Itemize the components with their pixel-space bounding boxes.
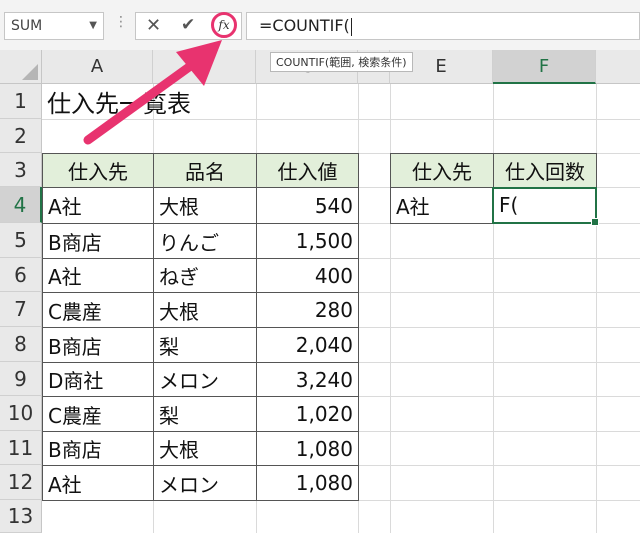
cell-supplier[interactable]: D商社 <box>42 362 154 397</box>
fx-label: fx <box>218 18 230 32</box>
insert-function-icon[interactable]: fx <box>211 12 237 38</box>
cell-price[interactable]: 280 <box>256 292 359 328</box>
cell-item[interactable]: りんご <box>153 223 257 259</box>
row-header-5[interactable]: 5 <box>0 223 42 258</box>
cell-item[interactable]: メロン <box>153 362 257 397</box>
cell-price[interactable]: 1,020 <box>256 396 359 432</box>
formula-input[interactable]: =COUNTIF( <box>246 12 640 40</box>
column-header-g[interactable] <box>596 50 640 84</box>
active-cell-f4[interactable]: F( <box>492 187 599 226</box>
cell-supplier[interactable]: B商店 <box>42 327 154 363</box>
function-tooltip[interactable]: COUNTIF(範囲, 検索条件) <box>270 52 413 72</box>
cell-item[interactable]: 大根 <box>153 187 257 224</box>
summary-supplier-value[interactable]: A社 <box>390 187 494 224</box>
row-header-11[interactable]: 11 <box>0 431 42 465</box>
header-price[interactable]: 仕入値 <box>256 153 359 188</box>
cell-supplier[interactable]: A社 <box>42 465 154 501</box>
row-header-8[interactable]: 8 <box>0 327 42 362</box>
row-header-6[interactable]: 6 <box>0 258 42 292</box>
cell-price[interactable]: 2,040 <box>256 327 359 363</box>
row-header-13[interactable]: 13 <box>0 500 42 533</box>
cell-price[interactable]: 1,080 <box>256 465 359 501</box>
cell-price[interactable]: 400 <box>256 258 359 293</box>
cell-supplier[interactable]: B商店 <box>42 223 154 259</box>
cell-supplier[interactable]: B商店 <box>42 431 154 466</box>
enter-check-icon[interactable]: ✔ <box>181 15 195 35</box>
formula-buttons: ✕ ✔ fx <box>135 12 242 40</box>
cell-item[interactable]: 梨 <box>153 327 257 363</box>
column-header-a[interactable]: A <box>42 50 153 84</box>
cell-item[interactable]: 梨 <box>153 396 257 432</box>
text-caret <box>350 17 352 36</box>
cell-item[interactable]: 大根 <box>153 292 257 328</box>
cell-supplier[interactable]: C農産 <box>42 292 154 328</box>
header-item[interactable]: 品名 <box>153 153 257 188</box>
grip-dots-icon: ⋮ <box>114 14 128 30</box>
row-header-10[interactable]: 10 <box>0 396 42 431</box>
cell-supplier[interactable]: A社 <box>42 187 154 224</box>
summary-header-count[interactable]: 仕入回数 <box>493 153 597 188</box>
chevron-down-icon[interactable]: ▼ <box>89 13 97 39</box>
select-all-corner[interactable] <box>0 50 42 84</box>
active-cell-text: F( <box>499 193 519 217</box>
fill-handle[interactable] <box>591 218 599 226</box>
summary-header-supplier[interactable]: 仕入先 <box>390 153 494 188</box>
sheet-title[interactable]: 仕入先一覧表 <box>42 84 196 119</box>
row-header-9[interactable]: 9 <box>0 362 42 396</box>
cell-item[interactable]: ねぎ <box>153 258 257 293</box>
row-header-4[interactable]: 4 <box>0 187 42 223</box>
cell-price[interactable]: 1,080 <box>256 431 359 466</box>
cell-item[interactable]: メロン <box>153 465 257 501</box>
formula-text: =COUNTIF( <box>259 16 350 35</box>
row-header-12[interactable]: 12 <box>0 465 42 500</box>
row-header-2[interactable]: 2 <box>0 119 42 153</box>
cell-item[interactable]: 大根 <box>153 431 257 466</box>
header-supplier[interactable]: 仕入先 <box>42 153 154 188</box>
row-header-3[interactable]: 3 <box>0 153 42 187</box>
column-header-b[interactable]: B <box>153 50 256 84</box>
cell-supplier[interactable]: C農産 <box>42 396 154 432</box>
row-header-7[interactable]: 7 <box>0 292 42 327</box>
cell-price[interactable]: 3,240 <box>256 362 359 397</box>
cell-price[interactable]: 1,500 <box>256 223 359 259</box>
cell-price[interactable]: 540 <box>256 187 359 224</box>
name-box-value: SUM <box>11 18 43 34</box>
name-box[interactable]: SUM ▼ <box>4 12 104 40</box>
row-header-1[interactable]: 1 <box>0 84 42 119</box>
column-header-f[interactable]: F <box>493 50 596 84</box>
formula-bar-area: SUM ▼ ⋮ ✕ ✔ fx =COUNTIF( <box>0 0 640 50</box>
cancel-icon[interactable]: ✕ <box>146 15 161 36</box>
cell-supplier[interactable]: A社 <box>42 258 154 293</box>
